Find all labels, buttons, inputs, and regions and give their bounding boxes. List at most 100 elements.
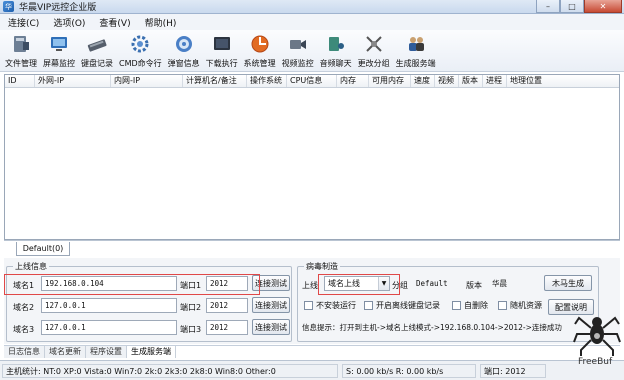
domain1-label: 域名1 [13,281,35,290]
download-icon [211,33,233,55]
column-header[interactable]: 可用内存 [369,75,411,87]
test-connection-1-button[interactable]: 连接测试 [252,275,290,291]
host-list-header: ID 外网-IP 内网-IP 计算机名/备注 操作系统 CPU信息 内存 可用内… [5,75,619,88]
video-icon [287,33,309,55]
tool-label: 更改分组 [357,59,390,68]
tool-label: 视频监控 [281,59,314,68]
port1-label: 端口1 [180,281,202,290]
column-header[interactable]: 内网-IP [111,75,183,87]
checkbox-box [498,301,507,310]
config-help-button[interactable]: 配置说明 [548,299,594,315]
tool-video[interactable]: 视频监控 [279,30,317,69]
self-delete-checkbox[interactable]: 自删除 [452,300,488,311]
info-message: 信息提示：打开到主机->域名上线模式->192.168.0.104->2012-… [302,323,562,332]
tool-label: 生成服务端 [395,59,436,68]
port2-label: 端口2 [180,303,202,312]
test-connection-2-button[interactable]: 连接测试 [252,297,290,313]
checkbox-label: 随机资源 [510,301,542,310]
checkbox-box [452,301,461,310]
close-button[interactable]: ✕ [584,0,622,13]
column-header[interactable]: 计算机名/备注 [183,75,247,87]
tool-screen-monitor[interactable]: 屏幕监控 [40,30,78,69]
tool-label: 音频聊天 [319,59,352,68]
menu-help[interactable]: 帮助(H) [145,16,177,29]
no-install-checkbox[interactable]: 不安装运行 [304,300,356,311]
port3-label: 端口3 [180,325,202,334]
checkbox-label: 开启离线键盘记录 [376,301,440,310]
cmd-icon [129,33,151,55]
port3-input[interactable]: 2012 [206,320,248,335]
system-icon [249,33,271,55]
tool-download[interactable]: 下载执行 [203,30,241,69]
group-label: 分组 [392,281,408,290]
checkbox-box [364,301,373,310]
maximize-button[interactable]: □ [560,0,584,13]
tool-label: 下载执行 [205,59,238,68]
port1-input[interactable]: 2012 [206,276,248,291]
column-header[interactable]: ID [5,75,35,87]
checkbox-label: 自删除 [464,301,488,310]
host-list[interactable]: ID 外网-IP 内网-IP 计算机名/备注 操作系统 CPU信息 内存 可用内… [4,74,620,240]
online-mode-value: 域名上线 [328,279,360,288]
tool-label: CMD命令行 [119,59,162,68]
file-manager-icon [10,33,32,55]
checkbox-box [304,301,313,310]
tab-log-info[interactable]: 日志信息 [4,346,45,358]
tool-label: 文件管理 [5,59,37,68]
tab-domain-update[interactable]: 域名更新 [45,346,86,358]
audio-icon [325,33,347,55]
build-server-icon [405,33,427,55]
column-header[interactable]: 内存 [337,75,369,87]
offline-keylog-checkbox[interactable]: 开启离线键盘记录 [364,300,440,311]
window-controls: – □ ✕ [536,0,622,13]
menu-connect[interactable]: 连接(C) [8,16,39,29]
tool-keyboard-log[interactable]: 键盘记录 [78,30,116,69]
column-header[interactable]: 地理位置 [507,75,619,87]
tool-build-server[interactable]: 生成服务端 [393,30,439,69]
transfer-speed: S: 0.00 kb/s R: 0.00 kb/s [342,364,476,378]
tool-audio[interactable]: 音频聊天 [317,30,355,69]
tool-cmd[interactable]: CMD命令行 [116,30,165,69]
virus-build-legend: 病毒制造 [304,261,340,272]
log-tabs: 日志信息 域名更新 程序设置 生成服务端 [4,345,620,358]
tab-build-server[interactable]: 生成服务端 [127,346,176,358]
online-mode-label: 上线 [302,281,318,290]
random-resource-checkbox[interactable]: 随机资源 [498,300,542,311]
keyboard-icon [86,33,108,55]
menu-options[interactable]: 选项(O) [53,16,85,29]
checkbox-label: 不安装运行 [316,301,356,310]
port-status: 端口: 2012 [480,364,546,378]
window-title: 华晨VIP远控企业版 [19,3,97,13]
status-bar: 主机统计: NT:0 XP:0 Vista:0 Win7:0 2k:0 2k3:… [0,360,624,380]
version-input[interactable]: 华晨 [488,276,538,291]
menu-view[interactable]: 查看(V) [99,16,130,29]
tool-popup[interactable]: 弹窗信息 [165,30,203,69]
column-header[interactable]: 进程 [483,75,507,87]
screen-monitor-icon [48,33,70,55]
group-tabs: Default(0) [4,240,620,258]
tool-change-group[interactable]: 更改分组 [355,30,393,69]
tab-default-group[interactable]: Default(0) [16,242,70,256]
domain1-input[interactable]: 192.168.0.104 [41,276,177,291]
online-mode-select[interactable]: 域名上线 ▼ [324,276,390,291]
column-header[interactable]: 外网-IP [35,75,111,87]
column-header[interactable]: 速度 [411,75,435,87]
build-trojan-button[interactable]: 木马生成 [544,275,592,291]
test-connection-3-button[interactable]: 连接测试 [252,319,290,335]
domain2-input[interactable]: 127.0.0.1 [41,298,177,313]
tool-file-manager[interactable]: 文件管理 [2,30,40,69]
column-header[interactable]: 版本 [459,75,483,87]
column-header[interactable]: CPU信息 [287,75,337,87]
tool-label: 弹窗信息 [167,59,200,68]
config-panel: 上线信息 域名1 192.168.0.104 端口1 2012 连接测试 域名2… [4,258,620,344]
port2-input[interactable]: 2012 [206,298,248,313]
column-header[interactable]: 操作系统 [247,75,287,87]
tab-program-settings[interactable]: 程序设置 [86,346,127,358]
app-icon: 华 [3,1,14,12]
tool-system[interactable]: 系统管理 [241,30,279,69]
menu-bar: 连接(C) 选项(O) 查看(V) 帮助(H) [0,14,624,30]
domain3-input[interactable]: 127.0.0.1 [41,320,177,335]
column-header[interactable]: 视频 [435,75,459,87]
minimize-button[interactable]: – [536,0,560,13]
group-input[interactable]: Default [412,276,460,291]
